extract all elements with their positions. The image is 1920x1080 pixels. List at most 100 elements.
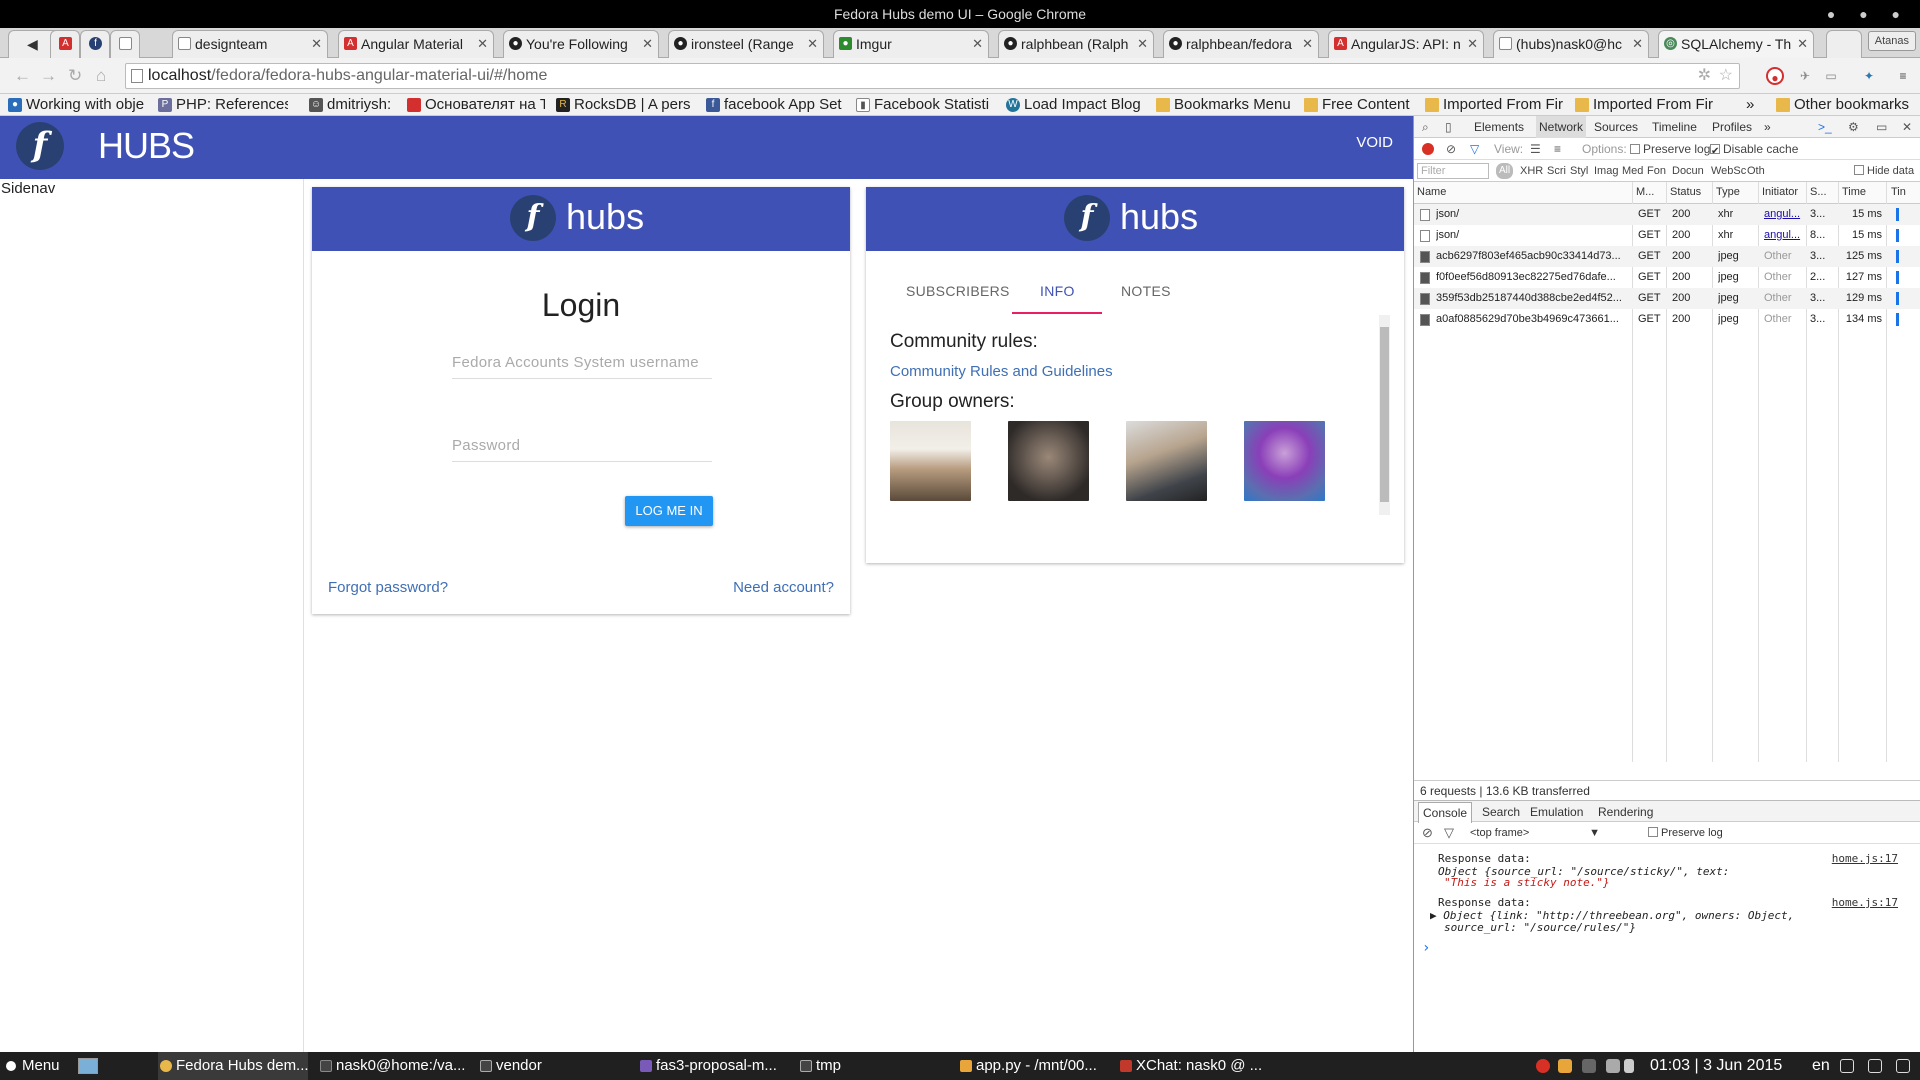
scrollbar[interactable] bbox=[1379, 315, 1390, 515]
table-row[interactable]: json/GET 200 xhr angul... 3... 15 ms bbox=[1414, 204, 1920, 225]
owner-avatar-2[interactable] bbox=[1008, 421, 1089, 501]
keyboard-layout[interactable]: en bbox=[1812, 1052, 1830, 1080]
bookmark-2[interactable]: ☺ dmitriysh: bbox=[307, 94, 407, 115]
gear-icon[interactable]: ⚙ bbox=[1848, 116, 1859, 138]
tray-icon[interactable] bbox=[1896, 1059, 1910, 1073]
preserve-log-checkbox[interactable]: Preserve log bbox=[1630, 138, 1710, 160]
drawer-tab-console[interactable]: Console bbox=[1418, 802, 1473, 823]
tab-close-icon[interactable]: ✕ bbox=[1302, 31, 1313, 57]
drawer-tab-emulation[interactable]: Emulation bbox=[1530, 802, 1583, 822]
filter-styles[interactable]: Styl bbox=[1570, 160, 1588, 182]
tab-6[interactable]: ● ralphbean/fedora ✕ bbox=[1163, 30, 1319, 58]
task-chrome[interactable]: Fedora Hubs dem... bbox=[158, 1052, 308, 1080]
tab-subscribers[interactable]: SUBSCRIBERS bbox=[906, 283, 1010, 299]
other-bookmarks-folder[interactable]: Other bookmarks bbox=[1774, 94, 1920, 115]
community-rules-link[interactable]: Community Rules and Guidelines bbox=[890, 363, 1113, 380]
tab-5[interactable]: ● ralphbean (Ralph ✕ bbox=[998, 30, 1154, 58]
clear-console-icon[interactable]: ⊘ bbox=[1422, 822, 1433, 844]
request-initiator[interactable]: angul... bbox=[1764, 225, 1804, 246]
pinned-tab-fedora[interactable]: f bbox=[80, 30, 110, 58]
tab-2[interactable]: ● You're Following ✕ bbox=[503, 30, 659, 58]
tab-close-icon[interactable]: ✕ bbox=[972, 31, 983, 57]
task-terminal[interactable]: nask0@home:/va... bbox=[318, 1052, 468, 1080]
bookmarks-folder-2[interactable]: Imported From Fir bbox=[1423, 94, 1565, 115]
bookmark-3[interactable]: Основателят на Т bbox=[405, 94, 545, 115]
filter-fonts[interactable]: Fon bbox=[1647, 160, 1666, 182]
tab-close-icon[interactable]: ✕ bbox=[1467, 31, 1478, 57]
devtools-tab-sources[interactable]: Sources bbox=[1594, 116, 1638, 138]
column-header-initiator[interactable]: Initiator bbox=[1762, 186, 1798, 198]
table-row[interactable]: json/GET 200 xhr angul... 8... 15 ms bbox=[1414, 225, 1920, 246]
disable-cache-checkbox[interactable]: Disable cache bbox=[1710, 138, 1798, 163]
back-icon[interactable]: ← bbox=[14, 66, 31, 86]
bookmark-1[interactable]: P PHP: References bbox=[156, 94, 288, 115]
filter-other[interactable]: Oth bbox=[1747, 160, 1765, 182]
bookmarks-folder-0[interactable]: Bookmarks Menu bbox=[1154, 94, 1294, 115]
bookmarks-folder-3[interactable]: Imported From Fir bbox=[1573, 94, 1715, 115]
start-menu-button[interactable]: Menu bbox=[4, 1052, 74, 1080]
owner-avatar-1[interactable] bbox=[890, 421, 971, 501]
column-header-name[interactable]: Name bbox=[1417, 186, 1446, 198]
void-button[interactable]: VOID bbox=[1356, 134, 1393, 151]
username-input[interactable]: Fedora Accounts System username bbox=[452, 349, 712, 379]
show-desktop-icon[interactable] bbox=[78, 1058, 98, 1074]
table-row[interactable]: a0af0885629d70be3b4969c473661... GET 200 jp… bbox=[1414, 309, 1920, 330]
drawer-tab-rendering[interactable]: Rendering bbox=[1598, 802, 1653, 822]
extension-icon[interactable]: ✈ bbox=[1796, 67, 1814, 85]
inspect-icon[interactable]: ⌕ bbox=[1422, 116, 1429, 138]
tab-close-icon[interactable]: ✕ bbox=[477, 31, 488, 57]
pinned-tab-angular[interactable]: A bbox=[50, 30, 80, 58]
console-source-link[interactable]: home.js:17 bbox=[1832, 896, 1898, 909]
table-row[interactable]: 359f53db25187440d388cbe2ed4f52... GET 200 j… bbox=[1414, 288, 1920, 309]
bookmarks-overflow-button[interactable]: » bbox=[1746, 94, 1754, 115]
devtools-tab-elements[interactable]: Elements bbox=[1474, 116, 1524, 138]
tab-7[interactable]: A AngularJS: API: n ✕ bbox=[1328, 30, 1484, 58]
filter-images[interactable]: Imag bbox=[1594, 160, 1618, 182]
login-button[interactable]: LOG ME IN bbox=[625, 496, 713, 526]
volume-icon[interactable] bbox=[1624, 1059, 1634, 1073]
task-editor[interactable]: app.py - /mnt/00... bbox=[958, 1052, 1108, 1080]
console-prompt[interactable]: › bbox=[1422, 940, 1430, 956]
filter-icon[interactable]: ▽ bbox=[1470, 138, 1479, 160]
clear-icon[interactable]: ⊘ bbox=[1446, 138, 1456, 160]
password-input[interactable]: Password bbox=[452, 432, 712, 462]
window-controls[interactable]: ● ● ● bbox=[1827, 0, 1910, 28]
column-header-type[interactable]: Type bbox=[1716, 186, 1740, 198]
filter-scripts[interactable]: Scri bbox=[1547, 160, 1566, 182]
tab-close-icon[interactable]: ✕ bbox=[1797, 31, 1808, 57]
task-folder-vendor[interactable]: vendor bbox=[478, 1052, 628, 1080]
clock[interactable]: 01:03 | 3 Jun 2015 bbox=[1650, 1052, 1782, 1080]
list-view-icon[interactable]: ☰ bbox=[1530, 138, 1541, 160]
tray-icon[interactable] bbox=[1868, 1059, 1882, 1073]
task-folder-tmp[interactable]: tmp bbox=[798, 1052, 948, 1080]
dock-icon[interactable]: ▭ bbox=[1876, 116, 1887, 138]
tab-close-icon[interactable]: ✕ bbox=[1632, 31, 1643, 57]
tab-0[interactable]: designteam ✕ bbox=[172, 30, 328, 58]
reload-icon[interactable]: ↻ bbox=[68, 66, 82, 86]
pinned-tab-page[interactable] bbox=[110, 30, 140, 58]
tab-9[interactable]: ◎ SQLAlchemy - Th ✕ bbox=[1658, 30, 1814, 58]
checkbox[interactable] bbox=[1630, 144, 1640, 154]
tab-3[interactable]: ● ironsteel (Range ✕ bbox=[668, 30, 824, 58]
devtools-tab-more[interactable]: » bbox=[1764, 116, 1771, 138]
menu-icon[interactable]: ≡ bbox=[1894, 67, 1912, 85]
bookmark-6[interactable]: ▮ Facebook Statisti bbox=[854, 94, 994, 115]
bookmark-4[interactable]: R RocksDB | A pers bbox=[554, 94, 694, 115]
scrollbar-thumb[interactable] bbox=[1380, 327, 1389, 502]
checkbox[interactable] bbox=[1710, 141, 1720, 163]
table-row[interactable]: f0f0eef56d80913ec82275ed76dafe... GET 200 j… bbox=[1414, 267, 1920, 288]
task-document[interactable]: fas3-proposal-m... bbox=[638, 1052, 788, 1080]
bookmark-7[interactable]: W Load Impact Blog bbox=[1004, 94, 1144, 115]
bookmark-0[interactable]: ● Working with obje bbox=[6, 94, 146, 115]
star-icon[interactable]: ☆ bbox=[1719, 64, 1733, 88]
hide-data-checkbox[interactable]: Hide data bbox=[1854, 160, 1914, 182]
adblock-icon[interactable]: ● bbox=[1766, 67, 1784, 85]
request-initiator[interactable]: angul... bbox=[1764, 204, 1804, 225]
tab-4[interactable]: ● Imgur ✕ bbox=[833, 30, 989, 58]
device-icon[interactable]: ▯ bbox=[1445, 116, 1452, 138]
filter-xhr[interactable]: XHR bbox=[1520, 160, 1543, 182]
close-icon[interactable]: ✕ bbox=[1902, 116, 1912, 138]
column-header-timeline[interactable]: Tin bbox=[1891, 186, 1906, 198]
column-header-size[interactable]: S... bbox=[1810, 186, 1827, 198]
tray-icon[interactable] bbox=[1536, 1059, 1550, 1073]
